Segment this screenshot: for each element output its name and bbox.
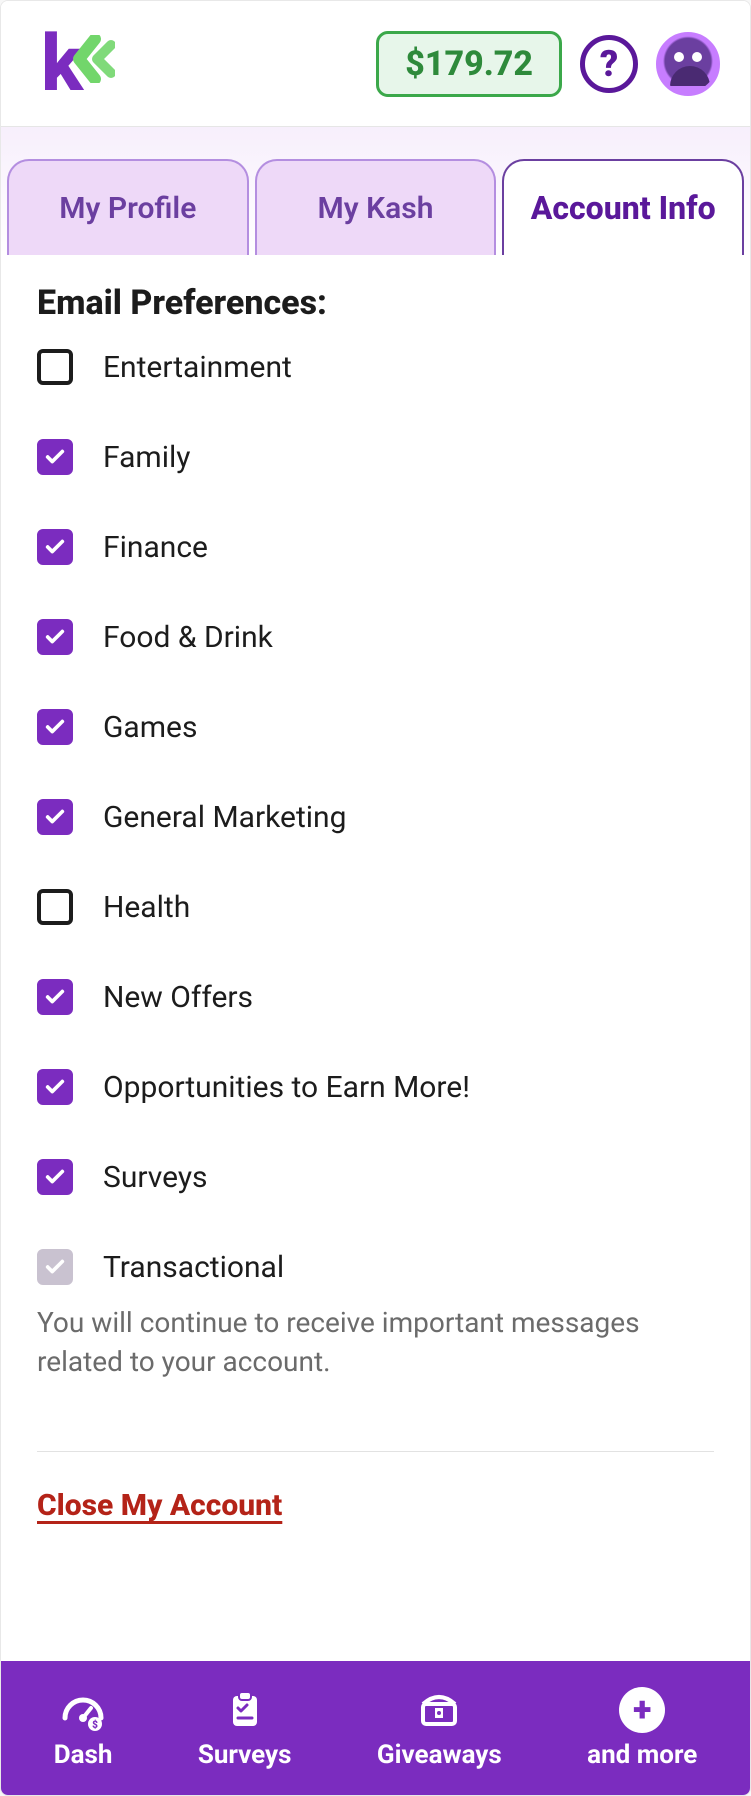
plus-icon: + [618, 1686, 666, 1734]
nav-dash[interactable]: $ Dash [54, 1686, 113, 1770]
preference-label: Entertainment [103, 350, 292, 385]
balance-pill[interactable]: $179.72 [376, 31, 562, 97]
close-account-link[interactable]: Close My Account [37, 1488, 282, 1523]
treasure-icon [415, 1686, 463, 1734]
checkbox[interactable] [37, 979, 73, 1015]
preference-row: Surveys [37, 1159, 714, 1195]
checkbox[interactable] [37, 1069, 73, 1105]
preference-label: Games [103, 710, 197, 745]
help-icon[interactable]: ? [580, 35, 638, 93]
nav-label: and more [587, 1740, 697, 1770]
checkbox[interactable] [37, 439, 73, 475]
avatar[interactable] [656, 32, 720, 96]
nav-label: Giveaways [377, 1740, 502, 1770]
nav-more[interactable]: + and more [587, 1686, 697, 1770]
checkbox [37, 1249, 73, 1285]
preference-label: New Offers [103, 980, 253, 1015]
checkbox[interactable] [37, 799, 73, 835]
preference-row: Family [37, 439, 714, 475]
nav-label: Surveys [198, 1740, 292, 1770]
preference-row: Food & Drink [37, 619, 714, 655]
section-title: Email Preferences: [37, 283, 714, 323]
logo[interactable]: k [41, 35, 115, 93]
preference-row: Entertainment [37, 349, 714, 385]
preference-label: Transactional [103, 1250, 284, 1285]
disclaimer-text: You will continue to receive important m… [37, 1303, 714, 1381]
preference-row: Transactional [37, 1249, 714, 1285]
divider [37, 1451, 714, 1452]
content-area: Email Preferences: Entertainment Family Fi… [1, 255, 750, 1661]
preference-label: Surveys [103, 1160, 208, 1195]
preference-label: Food & Drink [103, 620, 273, 655]
app-header: k $179.72 ? [1, 1, 750, 127]
checkbox[interactable] [37, 349, 73, 385]
gauge-icon: $ [59, 1686, 107, 1734]
preference-row: Opportunities to Earn More! [37, 1069, 714, 1105]
preferences-list: Entertainment Family Finance Food & Drink Ga… [37, 349, 714, 1285]
nav-surveys[interactable]: Surveys [198, 1686, 292, 1770]
preference-label: General Marketing [103, 800, 346, 835]
svg-text:$: $ [92, 1718, 98, 1731]
logo-chevron-icon [73, 35, 115, 87]
preference-row: General Marketing [37, 799, 714, 835]
tab-account-info[interactable]: Account Info [502, 159, 744, 255]
tab-my-profile[interactable]: My Profile [7, 159, 249, 255]
preference-row: Games [37, 709, 714, 745]
bottom-nav: $ Dash Surveys Giveaways + and more [1, 1661, 750, 1795]
tab-my-kash[interactable]: My Kash [255, 159, 497, 255]
checkbox[interactable] [37, 889, 73, 925]
preference-row: New Offers [37, 979, 714, 1015]
checkbox[interactable] [37, 619, 73, 655]
clipboard-icon [221, 1686, 269, 1734]
preference-label: Finance [103, 530, 208, 565]
checkbox[interactable] [37, 529, 73, 565]
preference-label: Family [103, 440, 191, 475]
checkbox[interactable] [37, 1159, 73, 1195]
tabs-container: My Profile My Kash Account Info [1, 127, 750, 255]
preference-row: Finance [37, 529, 714, 565]
nav-label: Dash [54, 1740, 113, 1770]
preference-label: Opportunities to Earn More! [103, 1070, 470, 1105]
checkbox[interactable] [37, 709, 73, 745]
preference-row: Health [37, 889, 714, 925]
nav-giveaways[interactable]: Giveaways [377, 1686, 502, 1770]
preference-label: Health [103, 890, 190, 925]
